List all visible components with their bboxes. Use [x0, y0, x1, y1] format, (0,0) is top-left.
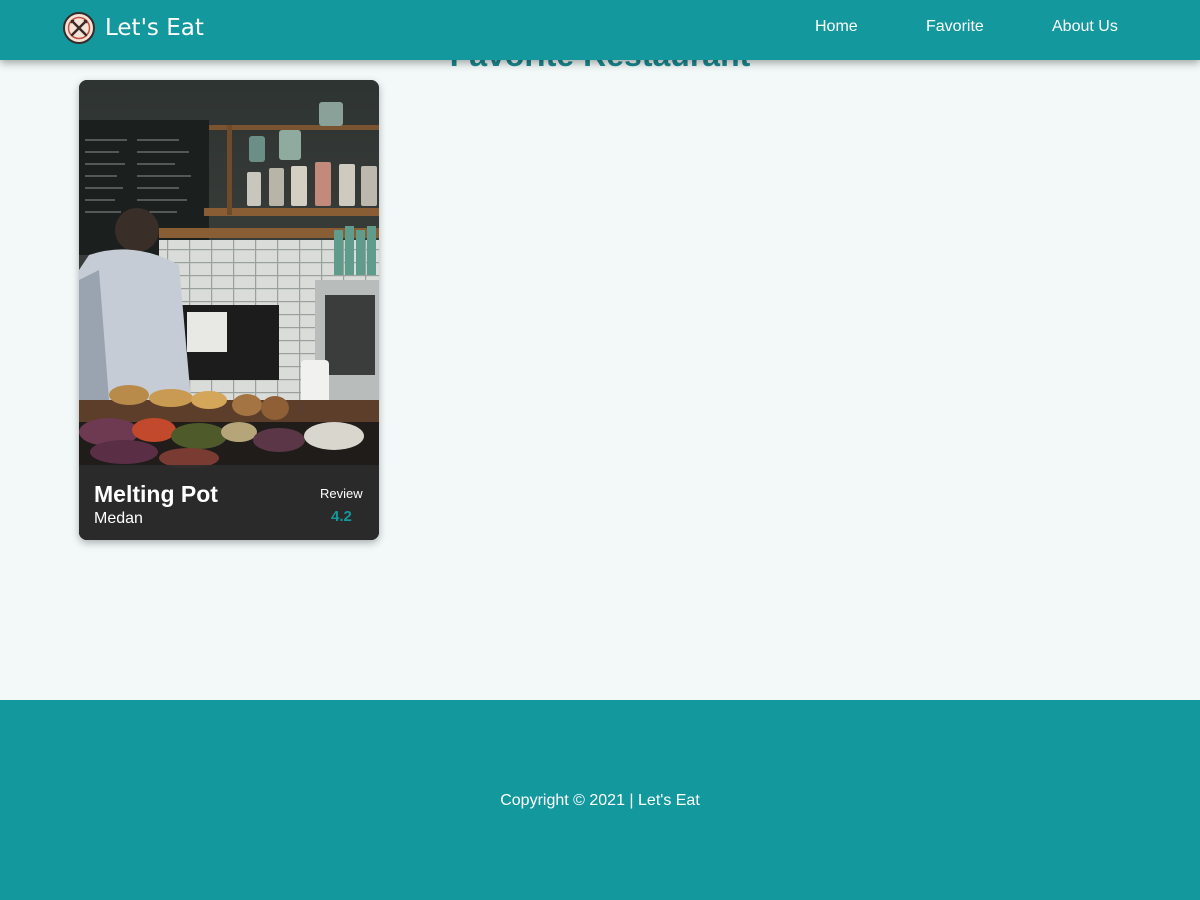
crossed-utensils-icon — [63, 12, 95, 44]
restaurant-city: Medan — [94, 510, 143, 527]
copyright-text: Copyright © 2021 | Let's Eat — [500, 792, 700, 809]
navbar: Let's Eat Home Favorite About Us — [0, 0, 1200, 60]
brand[interactable]: Let's Eat — [63, 11, 204, 45]
review-label: Review — [320, 486, 363, 501]
restaurant-name: Melting Pot — [94, 481, 218, 507]
nav-link-home[interactable]: Home — [815, 18, 858, 36]
nav-link-favorite[interactable]: Favorite — [926, 18, 984, 36]
footer: Copyright © 2021 | Let's Eat — [0, 700, 1200, 900]
restaurant-card[interactable]: Melting Pot Medan Review 4.2 — [79, 80, 379, 540]
brand-name: Let's Eat — [105, 15, 204, 41]
restaurant-rating: 4.2 — [331, 508, 352, 525]
nav-link-about-us[interactable]: About Us — [1052, 18, 1118, 36]
restaurant-card-info: Melting Pot Medan Review 4.2 — [79, 465, 379, 540]
